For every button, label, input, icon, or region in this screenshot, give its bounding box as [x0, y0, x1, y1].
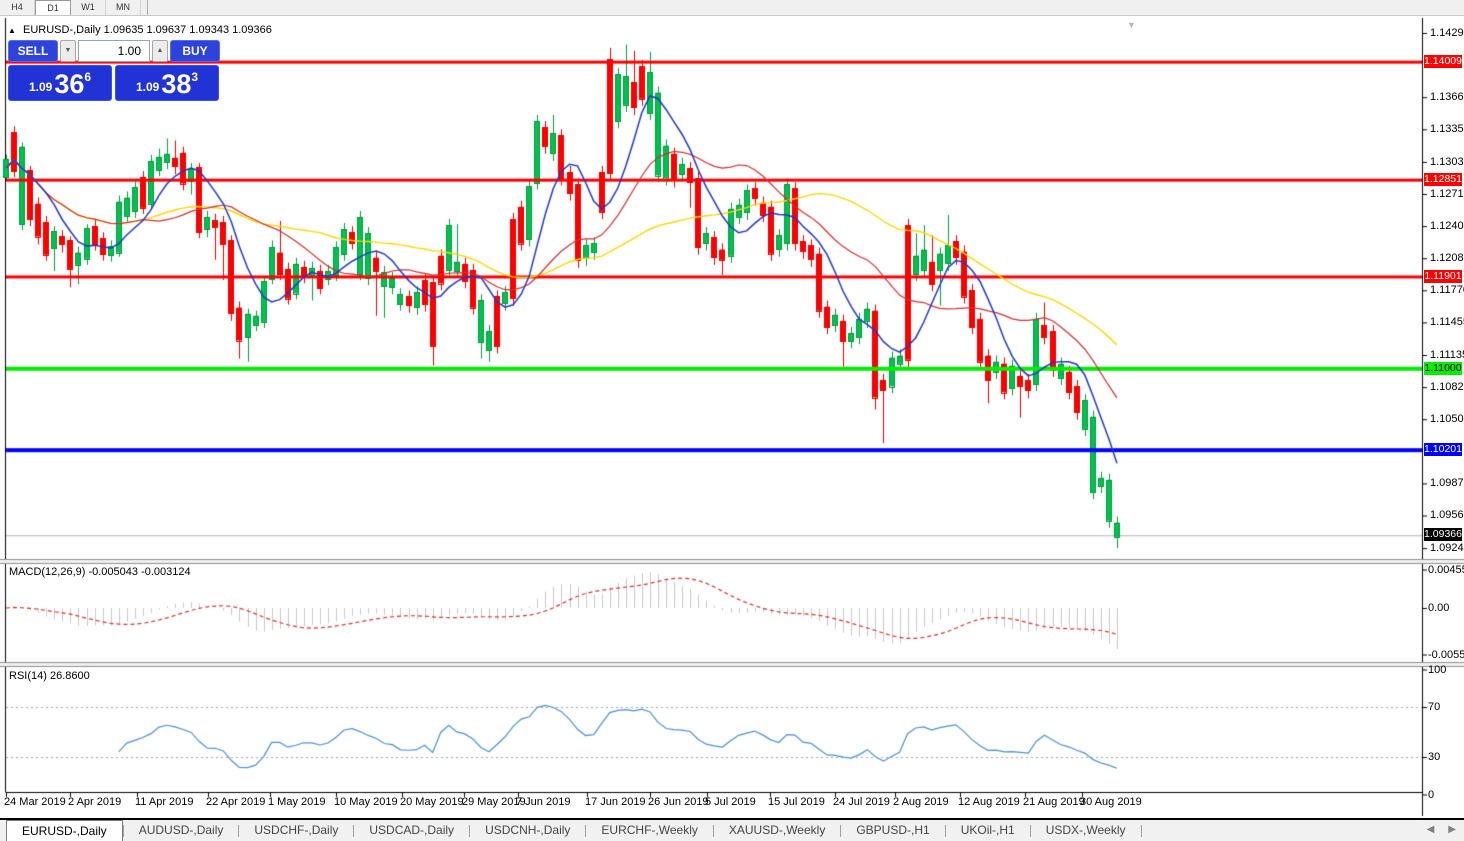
date-axis-label: 30 Aug 2019 — [1080, 796, 1142, 808]
chart-ohlc-values: 1.09635 1.09637 1.09343 1.09366 — [104, 24, 272, 36]
collapse-arrow-icon[interactable]: ▲ — [8, 26, 16, 35]
price-axis-tick: 1.11770 — [1430, 284, 1464, 296]
tab-eurchf-weekly[interactable]: EURCHF-,Weekly — [586, 820, 712, 841]
date-axis-label: 2 Apr 2019 — [68, 796, 121, 808]
price-level-label: 1.11000 — [1424, 362, 1462, 375]
bid-price-prefix: 1.09 — [29, 80, 52, 94]
ask-price-prefix: 1.09 — [136, 80, 159, 94]
price-axis-tick: 1.10820 — [1430, 381, 1464, 393]
buy-button[interactable]: BUY — [170, 40, 220, 62]
price-axis-tick: 1.12715 — [1430, 188, 1464, 200]
price-axis-tick: 1.14295 — [1430, 27, 1464, 39]
chart-tab-bar: EURUSD-,DailyAUDUSD-,DailyUSDCHF-,DailyU… — [0, 818, 1464, 841]
sell-button[interactable]: SELL — [8, 40, 58, 62]
rsi-scale-tick: 0 — [1428, 789, 1434, 801]
date-axis-label: 5 Jul 2019 — [705, 796, 756, 808]
tab-scroll-left-icon[interactable]: ◀ — [1427, 824, 1435, 835]
current-price-label: 1.09366 — [1424, 528, 1462, 541]
timeframe-button-mn[interactable]: MN — [106, 0, 141, 15]
price-level-label: 1.12851 — [1424, 173, 1462, 186]
date-axis-label: 22 Apr 2019 — [206, 796, 265, 808]
one-click-trade-panel: SELL ▼ ▲ BUY 1.09 36 6 1.09 38 3 — [8, 40, 226, 101]
price-axis-tick: 1.12085 — [1430, 252, 1464, 264]
price-axis-tick: 1.13030 — [1430, 156, 1464, 168]
lot-decrease-button[interactable]: ▼ — [60, 40, 76, 62]
date-axis-label: 24 Jul 2019 — [833, 796, 890, 808]
macd-scale-tick: 0.00455 — [1428, 564, 1464, 576]
date-axis-label: 1 May 2019 — [268, 796, 325, 808]
price-axis-tick: 1.09875 — [1430, 477, 1464, 489]
date-axis-label: 20 May 2019 — [400, 796, 464, 808]
rsi-scale-tick: 70 — [1428, 701, 1440, 713]
tab-usdx-weekly[interactable]: USDX-,Weekly — [1031, 820, 1141, 841]
date-axis-label: 17 Jun 2019 — [585, 796, 646, 808]
tab-xauusd-weekly[interactable]: XAUUSD-,Weekly — [714, 820, 840, 841]
price-axis-tick: 1.09240 — [1430, 542, 1464, 554]
tab-audusd-daily[interactable]: AUDUSD-,Daily — [124, 820, 239, 841]
date-axis-label: 15 Jul 2019 — [768, 796, 825, 808]
macd-scale-tick: 0.00 — [1428, 602, 1449, 614]
timeframe-button-h4[interactable]: H4 — [0, 0, 35, 15]
price-axis-tick: 1.10505 — [1430, 413, 1464, 425]
ask-price-box[interactable]: 1.09 38 3 — [115, 65, 219, 101]
macd-scale-tick: -0.0055 — [1428, 649, 1464, 661]
bid-price-pipette: 6 — [84, 70, 91, 84]
price-axis-tick: 1.13665 — [1430, 91, 1464, 103]
tab-eurusd-daily[interactable]: EURUSD-,Daily — [6, 820, 123, 841]
date-axis-label: 21 Aug 2019 — [1023, 796, 1085, 808]
rsi-scale-tick: 30 — [1428, 751, 1440, 763]
tab-separator — [1141, 825, 1142, 837]
timeframe-button-w1[interactable]: W1 — [71, 0, 106, 15]
price-level-label: 1.14009 — [1424, 55, 1462, 68]
tab-gbpusd-h1[interactable]: GBPUSD-,H1 — [841, 820, 944, 841]
rsi-indicator-label: RSI(14) 26.8600 — [9, 670, 90, 682]
mt4-window: H4D1W1MN ▲ EURUSD-,Daily 1.09635 1.09637… — [0, 0, 1464, 841]
tab-usdcnh-daily[interactable]: USDCNH-,Daily — [470, 820, 585, 841]
tab-usdcad-daily[interactable]: USDCAD-,Daily — [354, 820, 469, 841]
macd-indicator-label: MACD(12,26,9) -0.005043 -0.003124 — [9, 566, 191, 578]
toolbar-divider — [147, 0, 148, 15]
tab-ukoil-h1[interactable]: UKOil-,H1 — [946, 820, 1030, 841]
date-axis-label: 11 Apr 2019 — [135, 796, 194, 808]
lot-increase-button[interactable]: ▲ — [152, 40, 168, 62]
date-axis-label: 24 Mar 2019 — [4, 796, 66, 808]
price-axis-tick: 1.11455 — [1430, 316, 1464, 328]
date-axis-label: 12 Aug 2019 — [958, 796, 1020, 808]
price-level-label: 1.11901 — [1424, 270, 1462, 283]
tab-scroll-buttons: ◀ ▶ — [1427, 824, 1456, 835]
date-axis-label: 2 Aug 2019 — [893, 796, 949, 808]
price-axis-tick: 1.11135 — [1430, 349, 1464, 361]
bid-price-box[interactable]: 1.09 36 6 — [8, 65, 112, 101]
ask-price-big: 38 — [161, 71, 191, 97]
tab-usdchf-daily[interactable]: USDCHF-,Daily — [239, 820, 353, 841]
lot-size-input[interactable] — [78, 40, 150, 62]
chart-shift-marker-icon[interactable]: ▼ — [1127, 20, 1136, 30]
price-axis-tick: 1.09560 — [1430, 509, 1464, 521]
timeframe-button-d1[interactable]: D1 — [35, 0, 71, 15]
tab-scroll-right-icon[interactable]: ▶ — [1448, 824, 1456, 835]
date-axis-label: 7 Jun 2019 — [516, 796, 570, 808]
date-axis-label: 10 May 2019 — [334, 796, 398, 808]
chart-window: ▲ EURUSD-,Daily 1.09635 1.09637 1.09343 … — [0, 16, 1464, 818]
price-axis-tick: 1.12400 — [1430, 220, 1464, 232]
price-level-label: 1.10201 — [1424, 443, 1462, 456]
ask-price-pipette: 3 — [191, 70, 198, 84]
chart-symbol: EURUSD-,Daily — [23, 24, 101, 36]
timeframe-toolbar: H4D1W1MN — [0, 0, 1464, 16]
price-axis-tick: 1.13350 — [1430, 123, 1464, 135]
chart-title: ▲ EURUSD-,Daily 1.09635 1.09637 1.09343 … — [8, 24, 272, 36]
rsi-scale-tick: 100 — [1428, 664, 1446, 676]
date-axis-label: 26 Jun 2019 — [648, 796, 709, 808]
bid-price-big: 36 — [54, 71, 84, 97]
price-chart-canvas[interactable] — [0, 16, 1464, 818]
